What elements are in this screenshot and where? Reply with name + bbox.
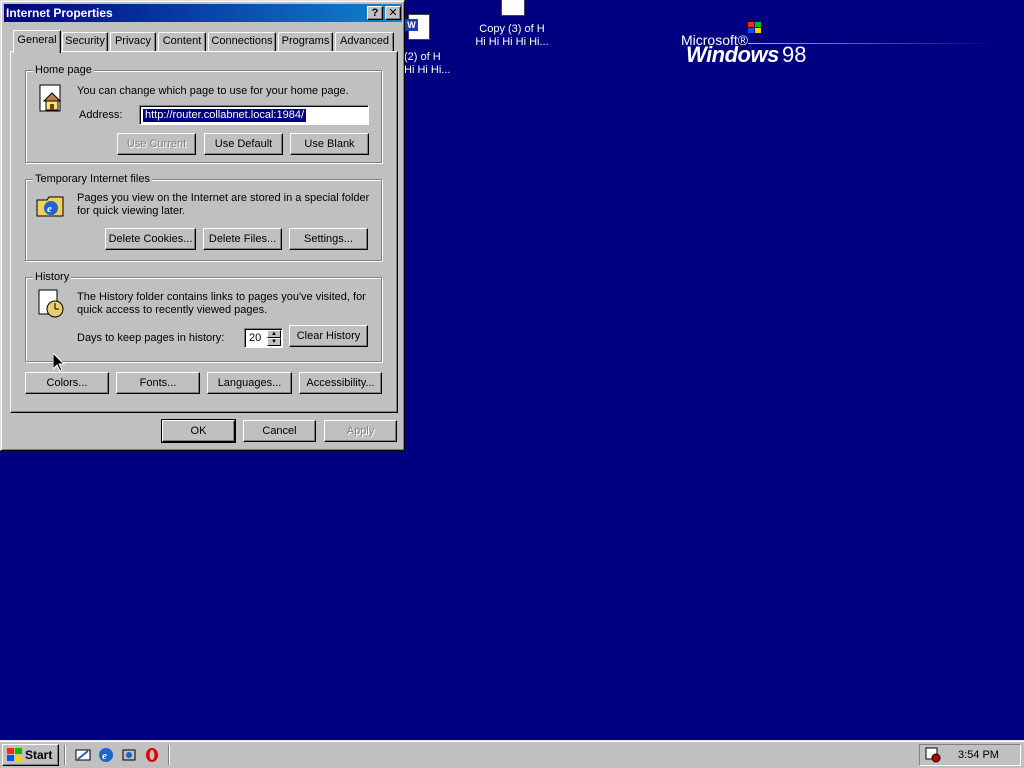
channels-icon[interactable] xyxy=(121,747,137,763)
logo-windows: Windows xyxy=(686,42,779,67)
accessibility-button[interactable]: Accessibility... xyxy=(299,372,382,394)
use-blank-button[interactable]: Use Blank xyxy=(290,133,369,155)
days-label: Days to keep pages in history: xyxy=(77,332,225,344)
use-current-button[interactable]: Use Current xyxy=(117,133,196,155)
desktop-icon-copy-3[interactable]: Copy (3) of H Hi Hi Hi Hi Hi... xyxy=(474,0,550,50)
ok-button[interactable]: OK xyxy=(161,419,236,443)
delete-files-button[interactable]: Delete Files... xyxy=(203,228,282,250)
delete-cookies-button[interactable]: Delete Cookies... xyxy=(105,228,196,250)
fonts-button[interactable]: Fonts... xyxy=(116,372,200,394)
word-doc-icon: W xyxy=(405,14,430,40)
clear-history-button[interactable]: Clear History xyxy=(289,325,368,347)
tab-advanced[interactable]: Advanced xyxy=(335,32,394,51)
spin-up-button[interactable]: ▲ xyxy=(267,330,281,338)
cancel-button[interactable]: Cancel xyxy=(243,420,316,442)
tab-programs[interactable]: Programs xyxy=(278,32,333,51)
tab-content[interactable]: Content xyxy=(158,32,206,51)
desktop-icon-label: Hi Hi Hi Hi Hi... xyxy=(475,36,549,48)
history-description-1: The History folder contains links to pag… xyxy=(77,291,366,303)
history-description-2: quick access to recently viewed pages. xyxy=(77,304,268,316)
desktop-icon-label: (2) of H xyxy=(404,51,441,63)
days-value: 20 xyxy=(249,332,262,344)
languages-button[interactable]: Languages... xyxy=(207,372,292,394)
document-icon xyxy=(501,0,525,16)
temp-files-group-label: Temporary Internet files xyxy=(33,172,152,186)
clock[interactable]: 3:54 PM xyxy=(958,749,999,761)
address-label: Address: xyxy=(79,109,123,121)
windows-flag-icon xyxy=(7,748,22,761)
opera-icon[interactable] xyxy=(144,747,160,763)
history-clock-icon xyxy=(38,289,64,318)
temp-files-group: Temporary Internet files e Pages you vie… xyxy=(25,172,382,261)
address-value: http://router.collabnet.local:1984/ xyxy=(143,109,306,122)
desktop-icon-label: Copy (3) of H xyxy=(479,23,545,35)
temp-files-description-1: Pages you view on the Internet are store… xyxy=(77,192,370,204)
start-button[interactable]: Start xyxy=(2,744,59,766)
tab-general[interactable]: General xyxy=(13,30,61,53)
temp-files-folder-icon: e xyxy=(36,196,64,217)
internet-properties-dialog: Internet Properties ? ✕ General Security… xyxy=(0,0,405,451)
colors-button[interactable]: Colors... xyxy=(25,372,109,394)
tab-privacy[interactable]: Privacy xyxy=(110,32,156,51)
internet-explorer-icon[interactable]: e xyxy=(98,747,114,763)
homepage-group: Home page You can change which page to u… xyxy=(25,63,382,163)
help-button[interactable]: ? xyxy=(367,6,383,20)
homepage-group-label: Home page xyxy=(33,63,94,77)
svg-text:e: e xyxy=(102,750,107,762)
general-tab-panel: Home page You can change which page to u… xyxy=(10,51,398,413)
system-tray: 3:54 PM xyxy=(919,744,1021,766)
homepage-house-icon xyxy=(39,84,62,112)
taskbar-separator xyxy=(168,745,170,765)
mouse-cursor-icon xyxy=(53,353,65,372)
taskbar-separator xyxy=(64,745,66,765)
tab-security[interactable]: Security xyxy=(62,32,108,51)
desktop-icon-label: Hi Hi Hi... xyxy=(404,64,451,76)
days-spinner[interactable]: 20 ▲ ▼ xyxy=(244,328,283,348)
title-bar[interactable]: Internet Properties ? ✕ xyxy=(4,4,402,22)
close-button[interactable]: ✕ xyxy=(385,6,401,20)
scheduler-icon[interactable] xyxy=(925,747,941,763)
svg-text:e: e xyxy=(47,203,52,215)
windows98-logo: Microsoft® Windows 98 xyxy=(680,18,1010,68)
windows-flag-icon xyxy=(748,22,764,36)
history-group: History The History folder contains link… xyxy=(25,270,382,362)
taskbar: Start e 3:54 PM xyxy=(0,740,1024,768)
logo-98: 98 xyxy=(782,42,807,67)
history-group-label: History xyxy=(33,270,72,284)
settings-button[interactable]: Settings... xyxy=(289,228,368,250)
dialog-title: Internet Properties xyxy=(6,6,113,20)
tab-connections[interactable]: Connections xyxy=(208,32,276,51)
show-desktop-icon[interactable] xyxy=(75,747,91,763)
spin-down-button[interactable]: ▼ xyxy=(267,338,281,346)
temp-files-description-2: for quick viewing later. xyxy=(77,205,186,217)
use-default-button[interactable]: Use Default xyxy=(204,133,283,155)
address-field[interactable]: http://router.collabnet.local:1984/ xyxy=(139,105,369,125)
start-label: Start xyxy=(25,748,53,762)
apply-button[interactable]: Apply xyxy=(324,420,397,442)
homepage-description: You can change which page to use for you… xyxy=(77,85,349,97)
